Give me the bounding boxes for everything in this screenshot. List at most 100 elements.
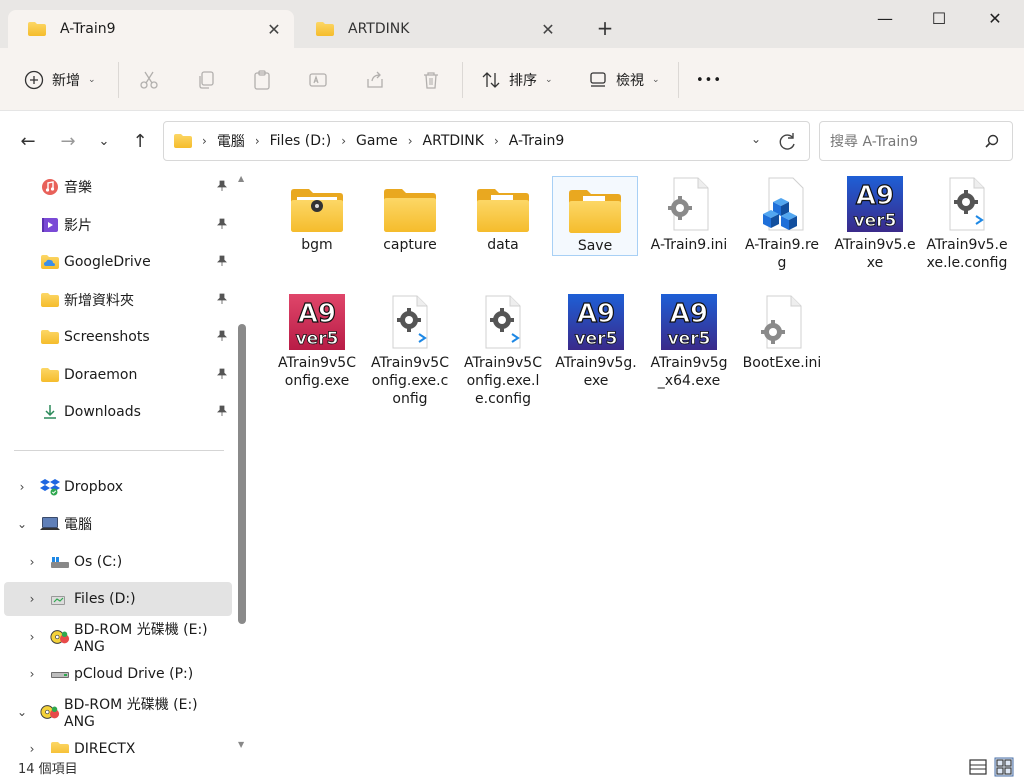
- file-item-save[interactable]: Save: [552, 176, 638, 256]
- file-item-atrain9v5-exe-le-config[interactable]: ATrain9v5.exe.le.config: [924, 176, 1010, 272]
- copy-button[interactable]: [195, 64, 217, 96]
- view-button[interactable]: 檢視 ⌄: [588, 64, 660, 96]
- scroll-down-arrow-icon[interactable]: ▼: [238, 740, 244, 749]
- chevron-right-icon[interactable]: ›: [24, 742, 40, 753]
- file-item-atrain9v5config-exe-config[interactable]: ATrain9v5Config.exe.config: [367, 294, 453, 408]
- close-window-button[interactable]: ✕: [968, 0, 1022, 36]
- file-item-atrain9v5config-exe-le-config[interactable]: ATrain9v5Config.exe.le.config: [460, 294, 546, 408]
- recent-locations-chevron-icon[interactable]: ⌄: [90, 127, 118, 155]
- delete-button[interactable]: [420, 64, 442, 96]
- drive-icon: [50, 589, 70, 609]
- pin-icon[interactable]: [216, 368, 228, 380]
- sidebar-item-new-folder[interactable]: 新增資料夾: [0, 283, 232, 317]
- sidebar-item-music[interactable]: 音樂: [0, 170, 232, 204]
- breadcrumb-separator[interactable]: ›: [202, 134, 207, 148]
- search-input[interactable]: 搜尋 A-Train9: [819, 121, 1013, 161]
- folder-icon: [28, 22, 46, 36]
- file-item-a-train9-reg[interactable]: A-Train9.reg: [739, 176, 825, 272]
- sidebar-item-computer[interactable]: ⌄ 電腦: [0, 507, 232, 541]
- file-item-bgm[interactable]: bgm: [274, 176, 360, 254]
- forward-arrow-icon[interactable]: →: [54, 127, 82, 155]
- sidebar-item-bd-rom-e-root[interactable]: ⌄ BD-ROM 光碟機 (E:) ANG: [0, 695, 232, 730]
- breadcrumb-separator[interactable]: ›: [494, 134, 499, 148]
- more-options-button[interactable]: •••: [696, 64, 722, 96]
- new-tab-button[interactable]: +: [588, 14, 622, 42]
- file-name: ATrain9v5g.exe: [555, 355, 637, 389]
- chevron-right-icon[interactable]: ›: [24, 630, 40, 644]
- folder-with-doc-icon: [564, 177, 626, 233]
- svg-text:A9: A9: [298, 299, 336, 329]
- chevron-right-icon[interactable]: ›: [24, 667, 40, 681]
- file-name: ATrain9v5.exe.le.config: [926, 237, 1008, 271]
- chevron-down-icon[interactable]: ⌄: [14, 517, 30, 531]
- new-button[interactable]: 新增 ⌄: [24, 64, 96, 96]
- share-button[interactable]: [364, 64, 386, 96]
- sidebar-item-files-d[interactable]: › Files (D:): [4, 582, 232, 616]
- scroll-up-arrow-icon[interactable]: ▲: [238, 174, 244, 183]
- breadcrumb-computer[interactable]: 電腦: [217, 131, 245, 151]
- windows-drive-icon: [50, 552, 70, 572]
- sidebar-item-doraemon[interactable]: Doraemon: [0, 358, 232, 392]
- settings-file-icon: [751, 294, 813, 350]
- chevron-down-icon[interactable]: ⌄: [14, 705, 30, 719]
- file-item-atrain9v5g-x64-exe[interactable]: A9 ver5 ATrain9v5g_x64.exe: [646, 294, 732, 390]
- pin-icon[interactable]: [216, 405, 228, 417]
- rename-button[interactable]: [307, 64, 329, 96]
- sidebar-item-label: pCloud Drive (P:): [74, 666, 194, 682]
- close-tab-icon[interactable]: ✕: [528, 20, 568, 39]
- refresh-icon[interactable]: [775, 130, 799, 154]
- chevron-right-icon[interactable]: ›: [24, 592, 40, 606]
- breadcrumb-files-d[interactable]: Files (D:): [270, 133, 332, 149]
- file-item-atrain9v5g-exe[interactable]: A9 ver5 ATrain9v5g.exe: [553, 294, 639, 390]
- cut-button[interactable]: [138, 64, 160, 96]
- details-view-icon[interactable]: [968, 757, 988, 777]
- sort-button[interactable]: 排序 ⌄: [481, 64, 553, 96]
- address-history-chevron-icon[interactable]: ⌄: [751, 132, 761, 146]
- address-row: ← → ⌄ ↑ › 電腦 › Files (D:) › Game › ARTDI…: [0, 110, 1024, 170]
- scrollbar-thumb[interactable]: [238, 324, 246, 624]
- sidebar-item-os-c[interactable]: › Os (C:): [0, 545, 232, 579]
- tab-a-train9[interactable]: A-Train9 ✕: [8, 10, 294, 48]
- minimize-button[interactable]: —: [858, 0, 912, 36]
- tab-artdink[interactable]: ARTDINK ✕: [296, 10, 568, 48]
- pin-icon[interactable]: [216, 330, 228, 342]
- file-item-bootexe-ini[interactable]: BootExe.ini: [739, 294, 825, 372]
- breadcrumb-separator[interactable]: ›: [341, 134, 346, 148]
- pin-icon[interactable]: [216, 218, 228, 230]
- breadcrumb-separator[interactable]: ›: [255, 134, 260, 148]
- sidebar-item-label: DIRECTX: [74, 741, 136, 753]
- view-label: 檢視: [616, 73, 644, 89]
- address-bar[interactable]: › 電腦 › Files (D:) › Game › ARTDINK › A-T…: [163, 121, 810, 161]
- paste-button[interactable]: [251, 64, 273, 96]
- back-arrow-icon[interactable]: ←: [14, 127, 42, 155]
- chevron-right-icon[interactable]: ›: [14, 480, 30, 494]
- file-item-data[interactable]: data: [460, 176, 546, 254]
- chevron-right-icon[interactable]: ›: [24, 555, 40, 569]
- breadcrumb-separator[interactable]: ›: [408, 134, 413, 148]
- breadcrumb-a-train9[interactable]: A-Train9: [509, 133, 565, 149]
- pin-icon[interactable]: [216, 255, 228, 267]
- file-item-atrain9v5-exe[interactable]: A9 ver5 ATrain9v5.exe: [832, 176, 918, 272]
- breadcrumb-artdink[interactable]: ARTDINK: [423, 133, 484, 149]
- pin-icon[interactable]: [216, 293, 228, 305]
- close-tab-icon[interactable]: ✕: [254, 20, 294, 39]
- breadcrumb-game[interactable]: Game: [356, 133, 398, 149]
- large-icons-view-icon[interactable]: [994, 757, 1014, 777]
- file-item-atrain9v5config-exe[interactable]: A9 ver5 ATrain9v5Config.exe: [274, 294, 360, 390]
- sidebar-item-googledrive[interactable]: GoogleDrive: [0, 245, 232, 279]
- sidebar-item-directx[interactable]: › DIRECTX: [0, 732, 232, 753]
- chevron-down-icon: ⌄: [88, 75, 96, 85]
- file-item-capture[interactable]: capture: [367, 176, 453, 254]
- sidebar-item-dropbox[interactable]: › Dropbox: [0, 470, 232, 504]
- sidebar-item-bd-rom-e[interactable]: › BD-ROM 光碟機 (E:) ANG: [0, 620, 232, 655]
- sidebar-item-screenshots[interactable]: Screenshots: [0, 320, 232, 354]
- sidebar-item-label: 音樂: [64, 180, 92, 196]
- sidebar-item-videos[interactable]: 影片: [0, 208, 232, 242]
- maximize-button[interactable]: ☐: [912, 0, 966, 36]
- up-arrow-icon[interactable]: ↑: [126, 127, 154, 155]
- file-item-a-train9-ini[interactable]: A-Train9.ini: [646, 176, 732, 254]
- svg-text:A9: A9: [856, 181, 894, 211]
- pin-icon[interactable]: [216, 180, 228, 192]
- sidebar-item-downloads[interactable]: Downloads: [0, 395, 232, 429]
- sidebar-item-pcloud-p[interactable]: › pCloud Drive (P:): [0, 657, 232, 691]
